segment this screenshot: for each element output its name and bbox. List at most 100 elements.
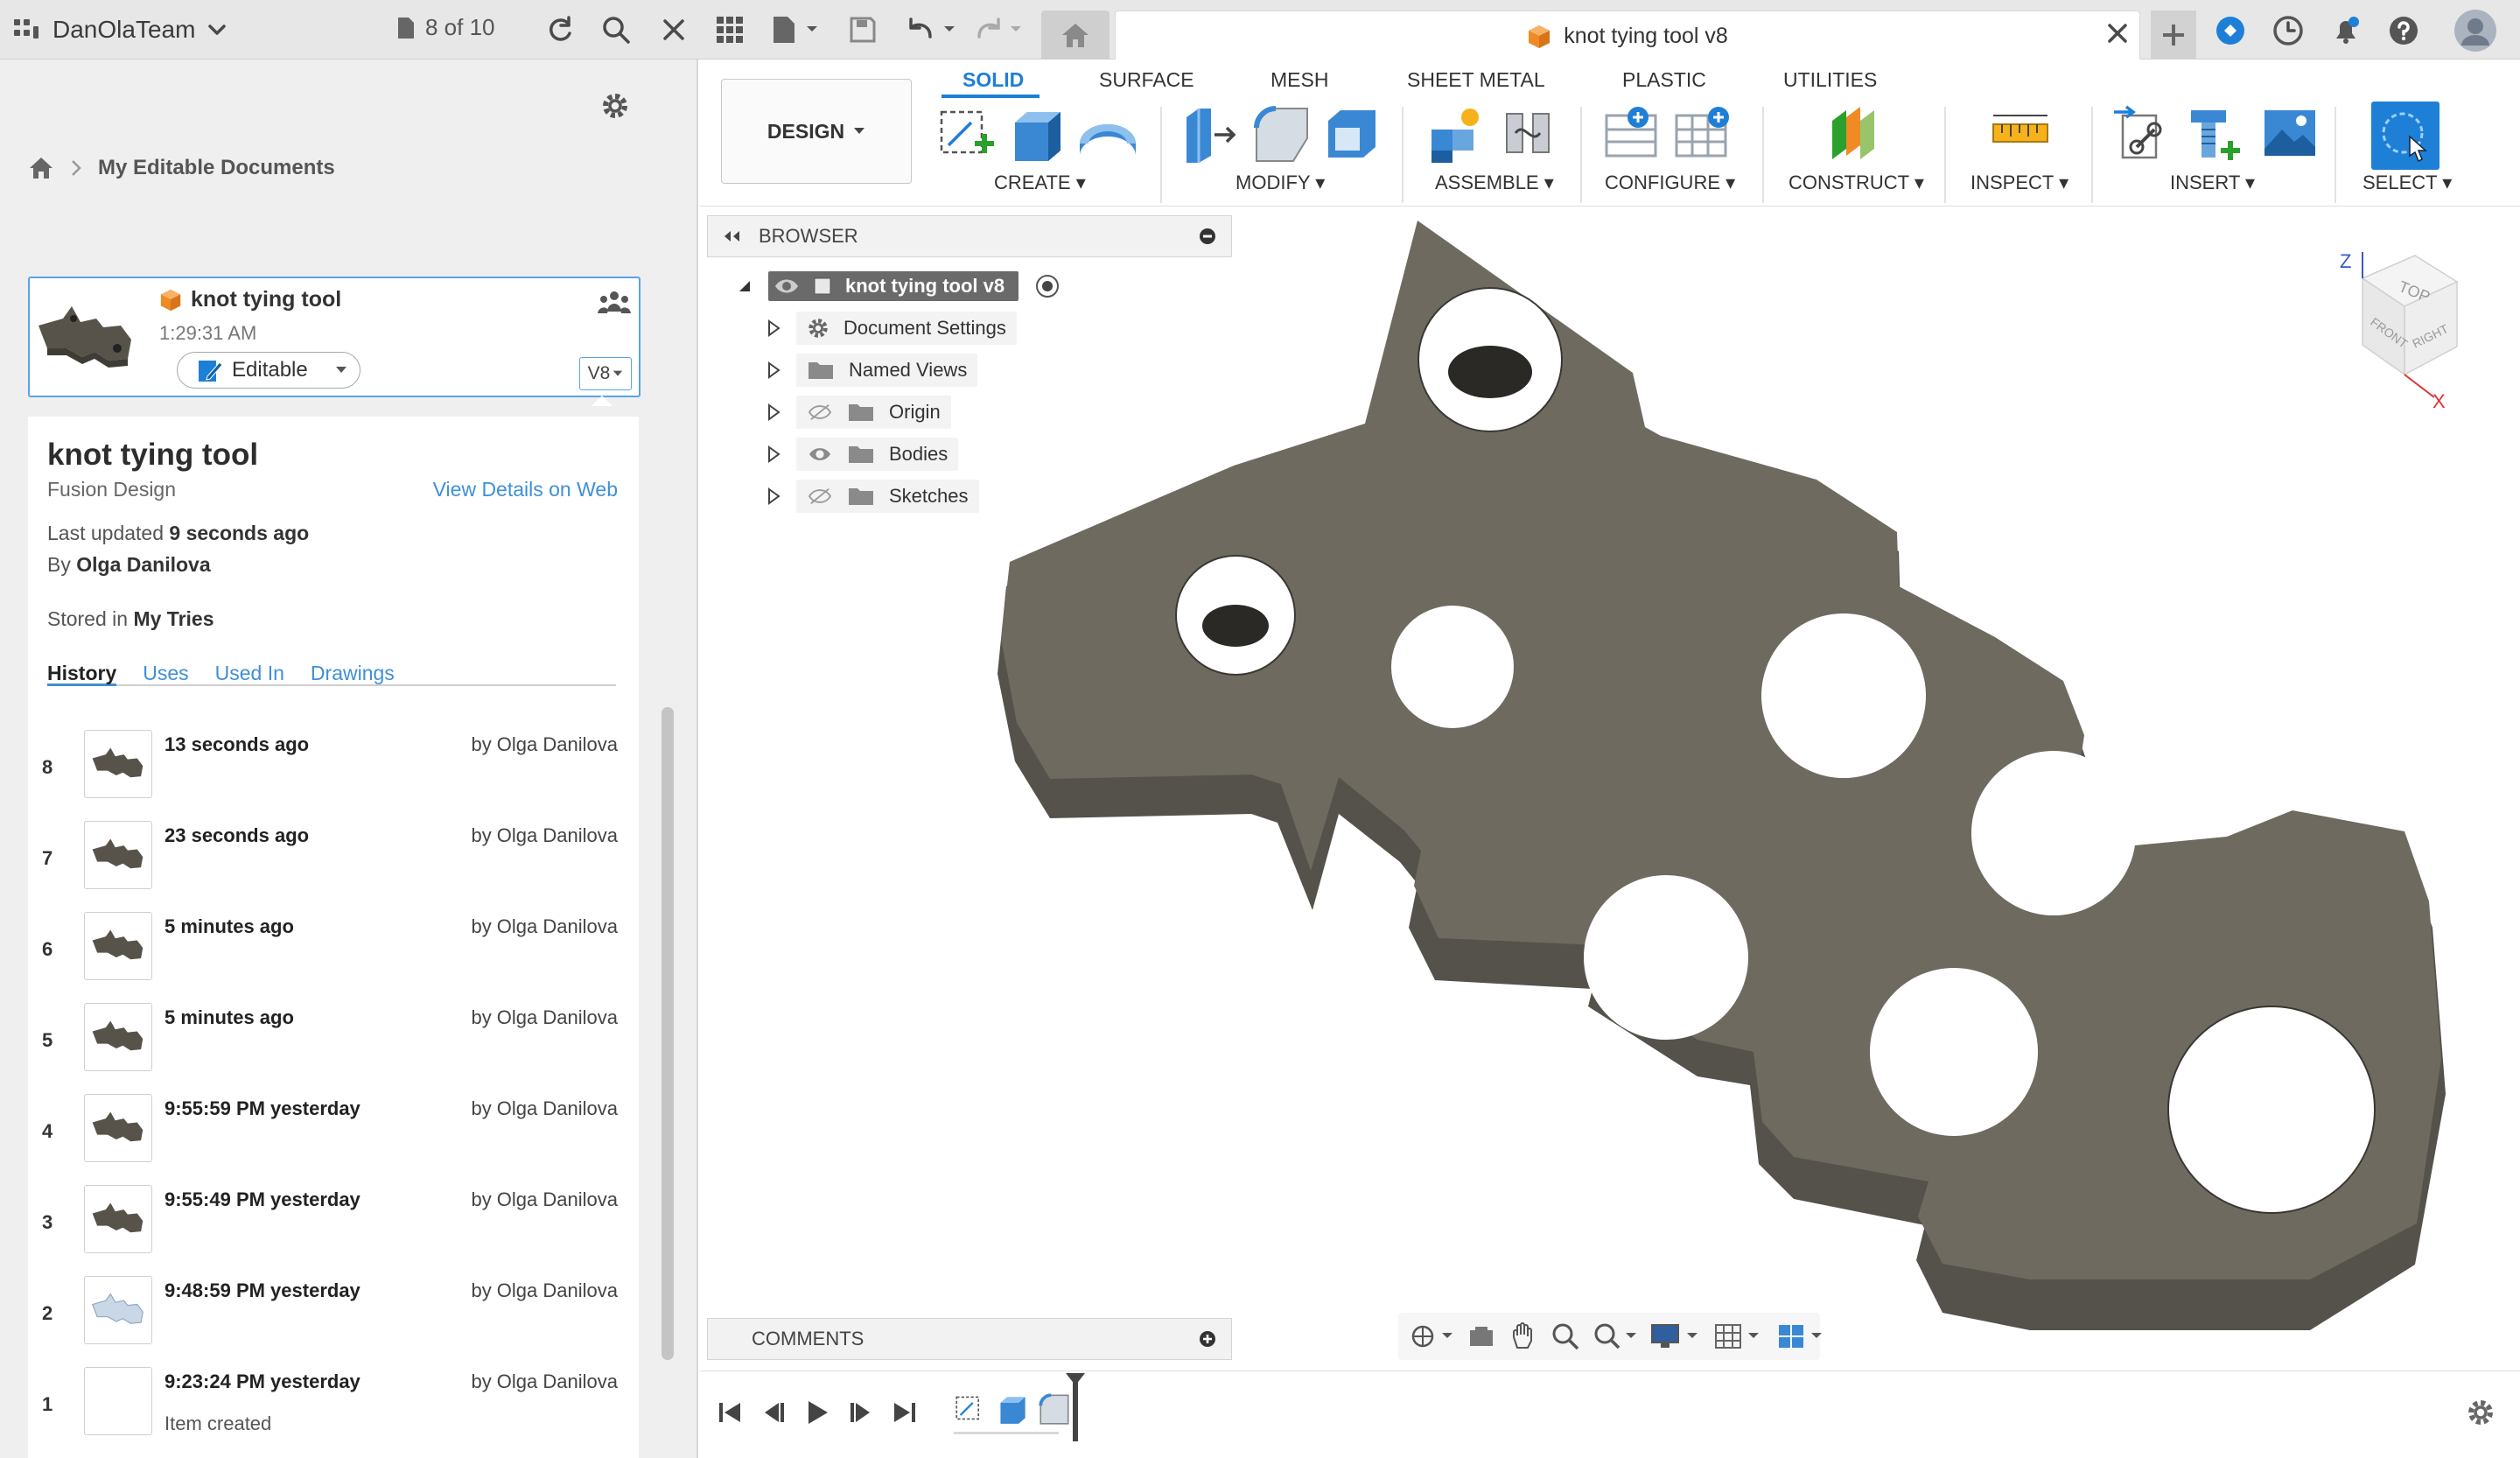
assemble-menu[interactable]: ASSEMBLE ▾ — [1435, 172, 1554, 194]
search-button[interactable] — [595, 9, 637, 51]
new-component-button[interactable] — [1426, 103, 1488, 165]
expand-triangle-icon[interactable] — [766, 445, 780, 463]
comments-panel[interactable]: COMMENTS — [707, 1318, 1232, 1360]
insert-mcmaster-button[interactable] — [2182, 103, 2244, 165]
history-row[interactable]: 4 9:55:59 PM yesterday by Olga Danilova — [28, 1094, 623, 1185]
user-avatar[interactable] — [2454, 9, 2497, 53]
fit-zoom-icon[interactable] — [1592, 1321, 1638, 1351]
browser-panel-header[interactable]: BROWSER — [707, 215, 1232, 257]
inspect-menu[interactable]: INSPECT ▾ — [1970, 172, 2068, 194]
job-status-button[interactable] — [2272, 14, 2305, 47]
knot-tying-tool-model[interactable] — [892, 201, 2502, 1348]
history-scrollbar[interactable] — [662, 707, 674, 1360]
configure-table-button[interactable] — [1601, 103, 1662, 165]
workspace-switcher[interactable]: DESIGN — [721, 79, 912, 184]
timeline-marker[interactable] — [1073, 1378, 1078, 1441]
close-panel-button[interactable] — [653, 9, 695, 51]
team-switcher[interactable]: DanOlaTeam — [12, 0, 227, 60]
data-panel-button[interactable] — [709, 9, 751, 51]
share-button[interactable] — [597, 289, 632, 315]
display-settings-icon[interactable] — [1650, 1321, 1701, 1351]
version-dropdown[interactable]: V8 — [579, 357, 632, 390]
tab-surface[interactable]: SURFACE — [1099, 68, 1194, 92]
offset-plane-button[interactable] — [1824, 103, 1885, 165]
refresh-button[interactable] — [539, 9, 581, 51]
breadcrumb-folder[interactable]: My Editable Documents — [98, 156, 335, 180]
panel-settings-button[interactable] — [600, 91, 630, 121]
history-row[interactable]: 8 13 seconds ago by Olga Danilova — [28, 730, 623, 821]
modify-menu[interactable]: MODIFY ▾ — [1236, 172, 1325, 194]
browser-pin-icon[interactable] — [1198, 227, 1217, 246]
expand-triangle-icon[interactable] — [766, 319, 780, 337]
redo-button[interactable] — [971, 9, 1031, 51]
tab-sheet-metal[interactable]: SHEET METAL — [1407, 68, 1545, 92]
notifications-button[interactable] — [2329, 14, 2362, 47]
history-row[interactable]: 1 9:23:24 PM yesterday by Olga Danilova … — [28, 1367, 623, 1458]
view-cube[interactable]: TOP FRONT RIGHT Z X — [2328, 243, 2468, 410]
look-at-icon[interactable] — [1466, 1321, 1496, 1351]
extensions-button[interactable] — [2214, 14, 2247, 47]
browser-item-bodies[interactable]: Bodies — [766, 436, 959, 473]
history-row[interactable]: 5 5 minutes ago by Olga Danilova — [28, 1003, 623, 1094]
insert-menu[interactable]: INSERT ▾ — [2170, 172, 2255, 194]
history-row[interactable]: 7 23 seconds ago by Olga Danilova — [28, 821, 623, 912]
document-card[interactable]: knot tying tool 1:29:31 AM Editable V8 — [28, 277, 640, 397]
browser-item-named-views[interactable]: Named Views — [766, 352, 978, 389]
add-comment-icon[interactable] — [1198, 1329, 1217, 1349]
insert-canvas-button[interactable] — [2261, 105, 2319, 161]
expand-triangle-icon[interactable] — [766, 487, 780, 505]
measure-button[interactable] — [1990, 109, 2051, 158]
tab-utilities[interactable]: UTILITIES — [1783, 68, 1877, 92]
orbit-icon[interactable] — [1409, 1321, 1454, 1351]
browser-root-item[interactable]: knot tying tool v8 — [737, 268, 1060, 305]
history-row[interactable]: 2 9:48:59 PM yesterday by Olga Danilova — [28, 1276, 623, 1367]
create-sketch-button[interactable] — [936, 103, 998, 165]
play-icon[interactable] — [803, 1398, 831, 1427]
timeline-sketch-feature-icon[interactable] — [954, 1392, 987, 1426]
eye-icon[interactable] — [774, 275, 800, 298]
tab-mesh[interactable]: MESH — [1270, 68, 1328, 92]
eye-icon[interactable] — [807, 444, 833, 465]
tab-drawings[interactable]: Drawings — [311, 662, 395, 684]
next-step-icon[interactable] — [847, 1398, 875, 1427]
tab-used-in[interactable]: Used In — [215, 662, 284, 684]
browser-item-sketches[interactable]: Sketches — [766, 478, 979, 515]
fillet-button[interactable] — [1251, 103, 1312, 165]
help-button[interactable] — [2387, 14, 2420, 47]
history-row[interactable]: 6 5 minutes ago by Olga Danilova — [28, 912, 623, 1003]
file-menu-button[interactable] — [766, 9, 828, 51]
grid-settings-icon[interactable] — [1713, 1321, 1764, 1351]
pan-hand-icon[interactable] — [1508, 1321, 1538, 1351]
shell-button[interactable] — [1321, 103, 1382, 165]
first-step-icon[interactable] — [716, 1398, 744, 1427]
expand-triangle-icon[interactable] — [766, 361, 780, 379]
timeline-extrude-feature-icon[interactable] — [996, 1392, 1029, 1426]
tab-solid[interactable]: SOLID — [962, 68, 1024, 92]
view-details-link[interactable]: View Details on Web — [433, 478, 618, 501]
select-menu[interactable]: SELECT ▾ — [2362, 172, 2452, 194]
joint-button[interactable] — [1498, 103, 1559, 165]
timeline-settings-button[interactable] — [2466, 1398, 2496, 1427]
home-tab[interactable] — [1041, 11, 1110, 60]
home-icon[interactable] — [28, 156, 54, 180]
extrude-button[interactable] — [1006, 103, 1068, 165]
editable-dropdown[interactable]: Editable — [177, 352, 360, 389]
viewports-icon[interactable] — [1776, 1321, 1827, 1351]
document-tab[interactable]: knot tying tool v8 — [1115, 11, 2140, 61]
collapse-browser-icon[interactable] — [722, 229, 741, 243]
create-menu[interactable]: CREATE ▾ — [994, 172, 1086, 194]
timeline-fillet-feature-icon[interactable] — [1038, 1392, 1071, 1426]
last-step-icon[interactable] — [891, 1398, 919, 1427]
close-tab-button[interactable] — [2105, 21, 2130, 46]
revolve-button[interactable] — [1076, 109, 1139, 161]
tab-plastic[interactable]: PLASTIC — [1622, 68, 1706, 92]
configure-rules-button[interactable] — [1671, 103, 1732, 165]
construct-menu[interactable]: CONSTRUCT ▾ — [1788, 172, 1924, 194]
activate-radio-icon[interactable] — [1034, 273, 1060, 299]
previous-step-icon[interactable] — [760, 1398, 788, 1427]
undo-button[interactable] — [905, 9, 964, 51]
zoom-icon[interactable] — [1550, 1321, 1580, 1351]
configure-menu[interactable]: CONFIGURE ▾ — [1605, 172, 1735, 194]
history-row[interactable]: 3 9:55:49 PM yesterday by Olga Danilova — [28, 1185, 623, 1276]
eye-hidden-icon[interactable] — [807, 402, 833, 423]
